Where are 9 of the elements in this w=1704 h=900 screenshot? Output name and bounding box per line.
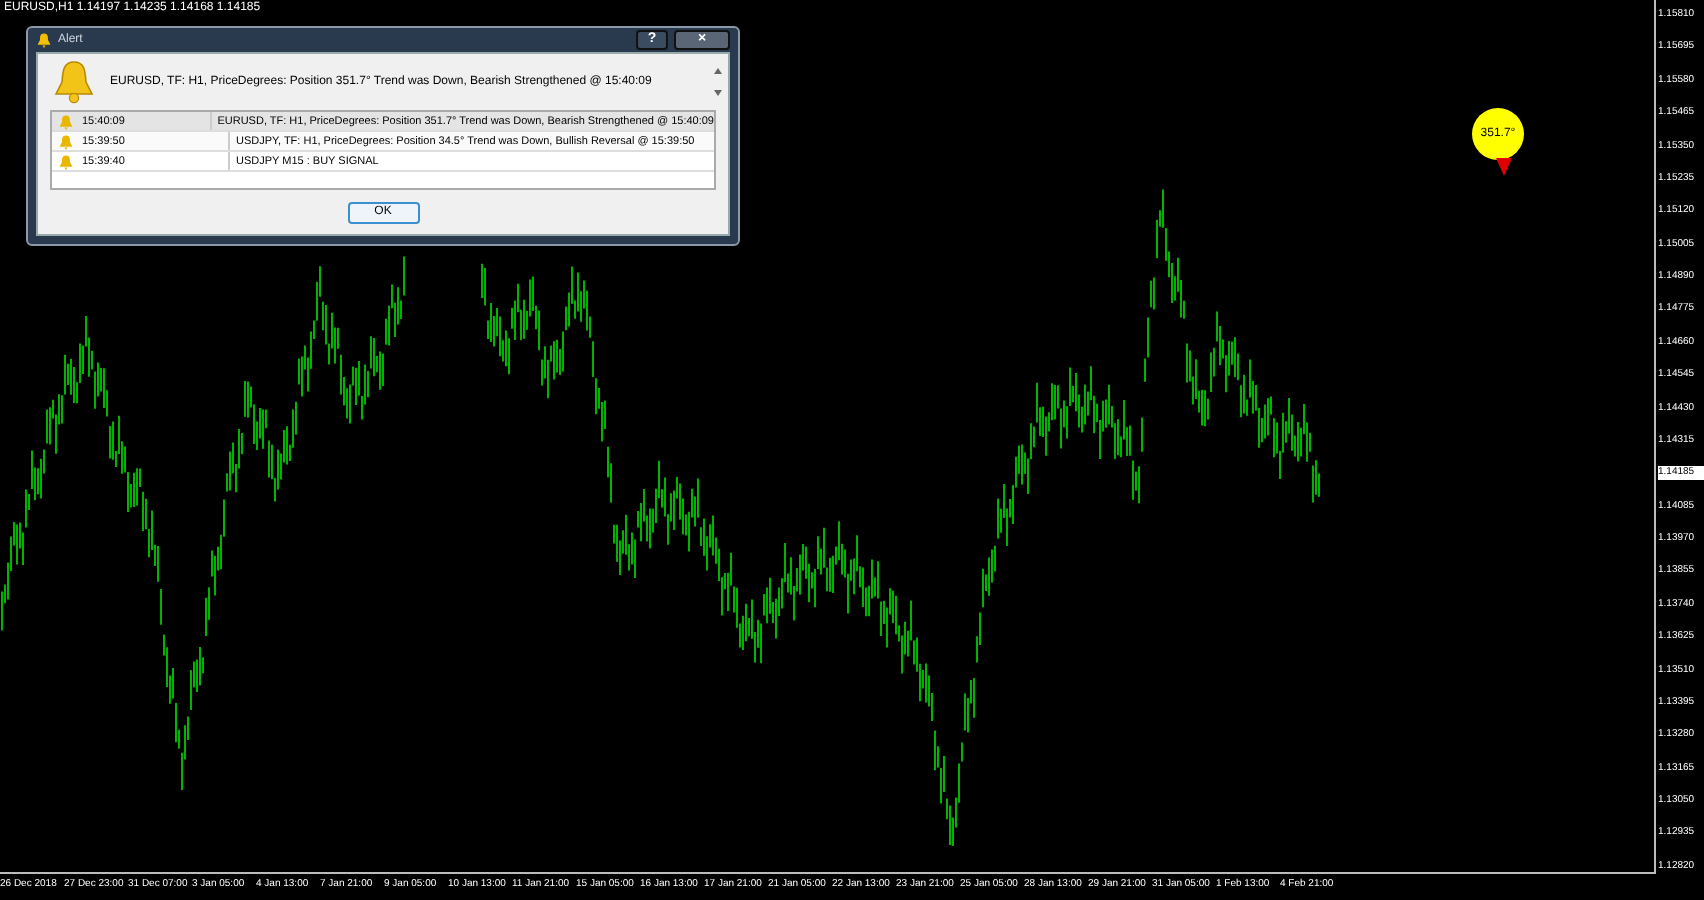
scroll-up-icon xyxy=(714,68,722,74)
arrow-icon xyxy=(1496,158,1512,176)
bell-icon xyxy=(58,153,74,169)
bell-icon xyxy=(54,60,94,104)
scrollbar[interactable] xyxy=(714,64,722,100)
bell-icon xyxy=(36,32,52,48)
bell-icon xyxy=(58,133,74,149)
bell-icon xyxy=(58,113,74,129)
scroll-down-icon xyxy=(714,90,722,96)
